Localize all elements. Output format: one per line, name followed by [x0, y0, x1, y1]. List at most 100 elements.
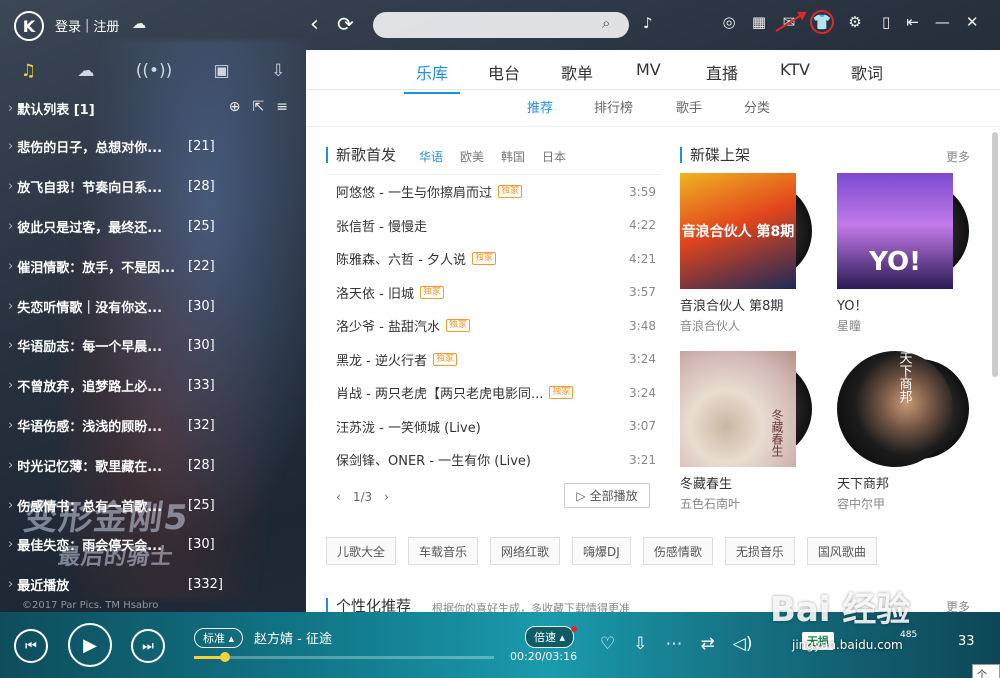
- song-row[interactable]: 汪苏泷 - 一笑倾城 (Live) 3:07: [326, 410, 660, 444]
- lang-tab-japanese[interactable]: 日本: [542, 148, 566, 165]
- category-tag[interactable]: 伤感情歌: [642, 537, 713, 565]
- back-arrow-icon[interactable]: ‹: [310, 12, 319, 37]
- album-card[interactable]: 天下商邦 天下商邦 容中尔甲: [837, 351, 969, 512]
- album-artist[interactable]: 五色石南叶: [680, 495, 798, 512]
- previous-track-button[interactable]: ⏮: [14, 629, 48, 663]
- playlist-item[interactable]: › 最佳失恋：雨会停天会... [30]: [0, 525, 306, 565]
- record-icon[interactable]: ◎: [720, 13, 738, 34]
- apps-grid-icon[interactable]: ▦: [750, 13, 768, 34]
- song-row[interactable]: 黑龙 - 逆火行者 独家 3:24: [326, 343, 660, 377]
- subtab-singers[interactable]: 歌手: [676, 97, 702, 116]
- more-options-icon[interactable]: ⋯: [666, 634, 683, 654]
- skin-shirt-icon[interactable]: 👕: [810, 10, 834, 34]
- album-title[interactable]: 天下商邦: [837, 473, 955, 492]
- song-title[interactable]: 黑龙 - 逆火行者: [336, 350, 427, 369]
- music-note-icon[interactable]: ♫: [21, 61, 36, 81]
- default-playlist-header[interactable]: › 默认列表 [1] ⊕ ⇱ ≡: [0, 92, 306, 124]
- album-card[interactable]: 音浪合伙人 第8期 音浪合伙人 第8期 音浪合伙人: [680, 173, 812, 334]
- playlist-item[interactable]: › 彼此只是过客，最终还... [25]: [0, 207, 306, 247]
- album-cover[interactable]: YO!: [837, 173, 969, 289]
- album-title[interactable]: 冬藏春生: [680, 473, 798, 492]
- song-title[interactable]: 陈雅森、六哲 - 夕人说: [336, 249, 466, 268]
- song-title[interactable]: 阿悠悠 - 一生与你擦肩而过: [336, 182, 492, 201]
- tab-live[interactable]: 直播: [706, 60, 738, 84]
- subtab-charts[interactable]: 排行榜: [594, 97, 633, 116]
- album-cover[interactable]: 天下商邦: [837, 351, 969, 467]
- download-icon[interactable]: ⇩: [271, 61, 285, 81]
- minimize-icon[interactable]: —: [935, 13, 950, 31]
- album-title[interactable]: 音浪合伙人 第8期: [680, 295, 798, 314]
- settings-gear-icon[interactable]: ⚙: [846, 13, 864, 34]
- album-card[interactable]: 冬藏春生 冬藏春生 五色石南叶: [680, 351, 812, 512]
- playlist-item[interactable]: › 悲伤的日子，总想对你... [21]: [0, 127, 306, 167]
- playlist-item[interactable]: › 时光记忆薄：歌里藏在... [28]: [0, 445, 306, 485]
- next-track-button[interactable]: ⏭: [131, 629, 165, 663]
- volume-icon[interactable]: ◁): [733, 634, 753, 654]
- song-title[interactable]: 洛天依 - 旧城: [336, 283, 414, 302]
- cloud-sync-icon[interactable]: ☁: [132, 16, 146, 32]
- device-icon[interactable]: ▣: [214, 61, 230, 81]
- lang-tab-chinese[interactable]: 华语: [419, 148, 443, 165]
- playlist-item[interactable]: › 华语励志：每一个早晨... [30]: [0, 326, 306, 366]
- mini-mode-icon[interactable]: ▯: [882, 13, 890, 31]
- prev-page-icon[interactable]: ‹: [336, 490, 341, 504]
- song-row[interactable]: 张信哲 - 慢慢走 4:22: [326, 209, 660, 243]
- song-title[interactable]: 张信哲 - 慢慢走: [336, 216, 427, 235]
- new-albums-more-link[interactable]: 更多: [946, 148, 970, 165]
- category-tag[interactable]: 儿歌大全: [326, 537, 397, 565]
- register-link[interactable]: 注册: [93, 16, 119, 35]
- login-link[interactable]: 登录: [55, 16, 81, 35]
- category-tag[interactable]: 嗨爆DJ: [572, 537, 631, 565]
- playlist-item[interactable]: › 华语伤感：浅浅的顾盼... [32]: [0, 406, 306, 446]
- tab-mv[interactable]: MV: [636, 60, 661, 79]
- menu-icon[interactable]: ≡: [276, 99, 288, 115]
- tab-playlists[interactable]: 歌单: [561, 60, 593, 84]
- tab-lyrics[interactable]: 歌词: [851, 60, 883, 84]
- song-row[interactable]: 洛天依 - 旧城 独家 3:57: [326, 276, 660, 310]
- subtab-categories[interactable]: 分类: [744, 97, 770, 116]
- progress-knob[interactable]: [220, 652, 231, 662]
- category-tag[interactable]: 无损音乐: [724, 537, 795, 565]
- playlist-item[interactable]: › 伤感情书：总有一首歌... [25]: [0, 485, 306, 525]
- tab-ktv[interactable]: KTV: [780, 60, 810, 79]
- play-button[interactable]: ▶: [68, 623, 112, 667]
- lang-tab-western[interactable]: 欧美: [460, 148, 484, 165]
- song-title[interactable]: 洛少爷 - 盐甜汽水: [336, 316, 440, 335]
- album-cover[interactable]: 音浪合伙人 第8期: [680, 173, 812, 289]
- album-cover[interactable]: 冬藏春生: [680, 351, 812, 467]
- radio-icon[interactable]: ((•)): [136, 61, 173, 81]
- search-icon[interactable]: ⌕: [602, 14, 610, 32]
- content-scrollbar[interactable]: [992, 132, 998, 377]
- playlist-item[interactable]: › 放飞自我！节奏向日系... [28]: [0, 167, 306, 207]
- play-all-button[interactable]: ▷ 全部播放: [564, 483, 650, 508]
- category-tag[interactable]: 车载音乐: [408, 537, 479, 565]
- lang-tab-korean[interactable]: 韩国: [501, 148, 525, 165]
- download-icon[interactable]: ⇩: [633, 634, 647, 654]
- personal-more-link[interactable]: 更多: [946, 598, 970, 612]
- subtab-recommend[interactable]: 推荐: [527, 97, 553, 116]
- locate-icon[interactable]: ⊕: [229, 99, 241, 115]
- song-row[interactable]: 洛少爷 - 盐甜汽水 独家 3:48: [326, 309, 660, 343]
- album-artist[interactable]: 音浪合伙人: [680, 317, 798, 334]
- song-row[interactable]: 保剑锋、ONER - 一生有你 (Live) 3:21: [326, 443, 660, 477]
- playlist-item[interactable]: › 不曾放弃，追梦路上必... [33]: [0, 366, 306, 406]
- song-title[interactable]: 保剑锋、ONER - 一生有你 (Live): [336, 450, 531, 469]
- sidebar-toggle-icon[interactable]: ⇤: [906, 13, 919, 31]
- cloud-icon[interactable]: ☁: [77, 61, 94, 81]
- refresh-icon[interactable]: ⟳: [337, 12, 354, 36]
- album-artist[interactable]: 星瞳: [837, 317, 955, 334]
- progress-bar[interactable]: [194, 652, 494, 662]
- song-title[interactable]: 肖战 - 两只老虎【两只老虎电影同...: [336, 383, 543, 402]
- tab-library[interactable]: 乐库: [403, 60, 461, 94]
- share-icon[interactable]: ⇱: [253, 99, 265, 115]
- album-title[interactable]: YO！: [837, 295, 955, 314]
- now-playing-title[interactable]: 赵方婧 - 征途: [254, 628, 332, 647]
- next-page-icon[interactable]: ›: [384, 490, 389, 504]
- repeat-mode-icon[interactable]: ⇄: [701, 634, 715, 654]
- tab-radio[interactable]: 电台: [488, 60, 520, 84]
- playlist-item[interactable]: › 失恋听情歌｜没有你这... [30]: [0, 286, 306, 326]
- favorite-heart-icon[interactable]: ♡: [600, 634, 615, 654]
- song-title[interactable]: 汪苏泷 - 一笑倾城 (Live): [336, 417, 481, 436]
- quality-selector[interactable]: 标准 ▴: [194, 628, 244, 648]
- kugou-logo-icon[interactable]: K: [14, 11, 44, 41]
